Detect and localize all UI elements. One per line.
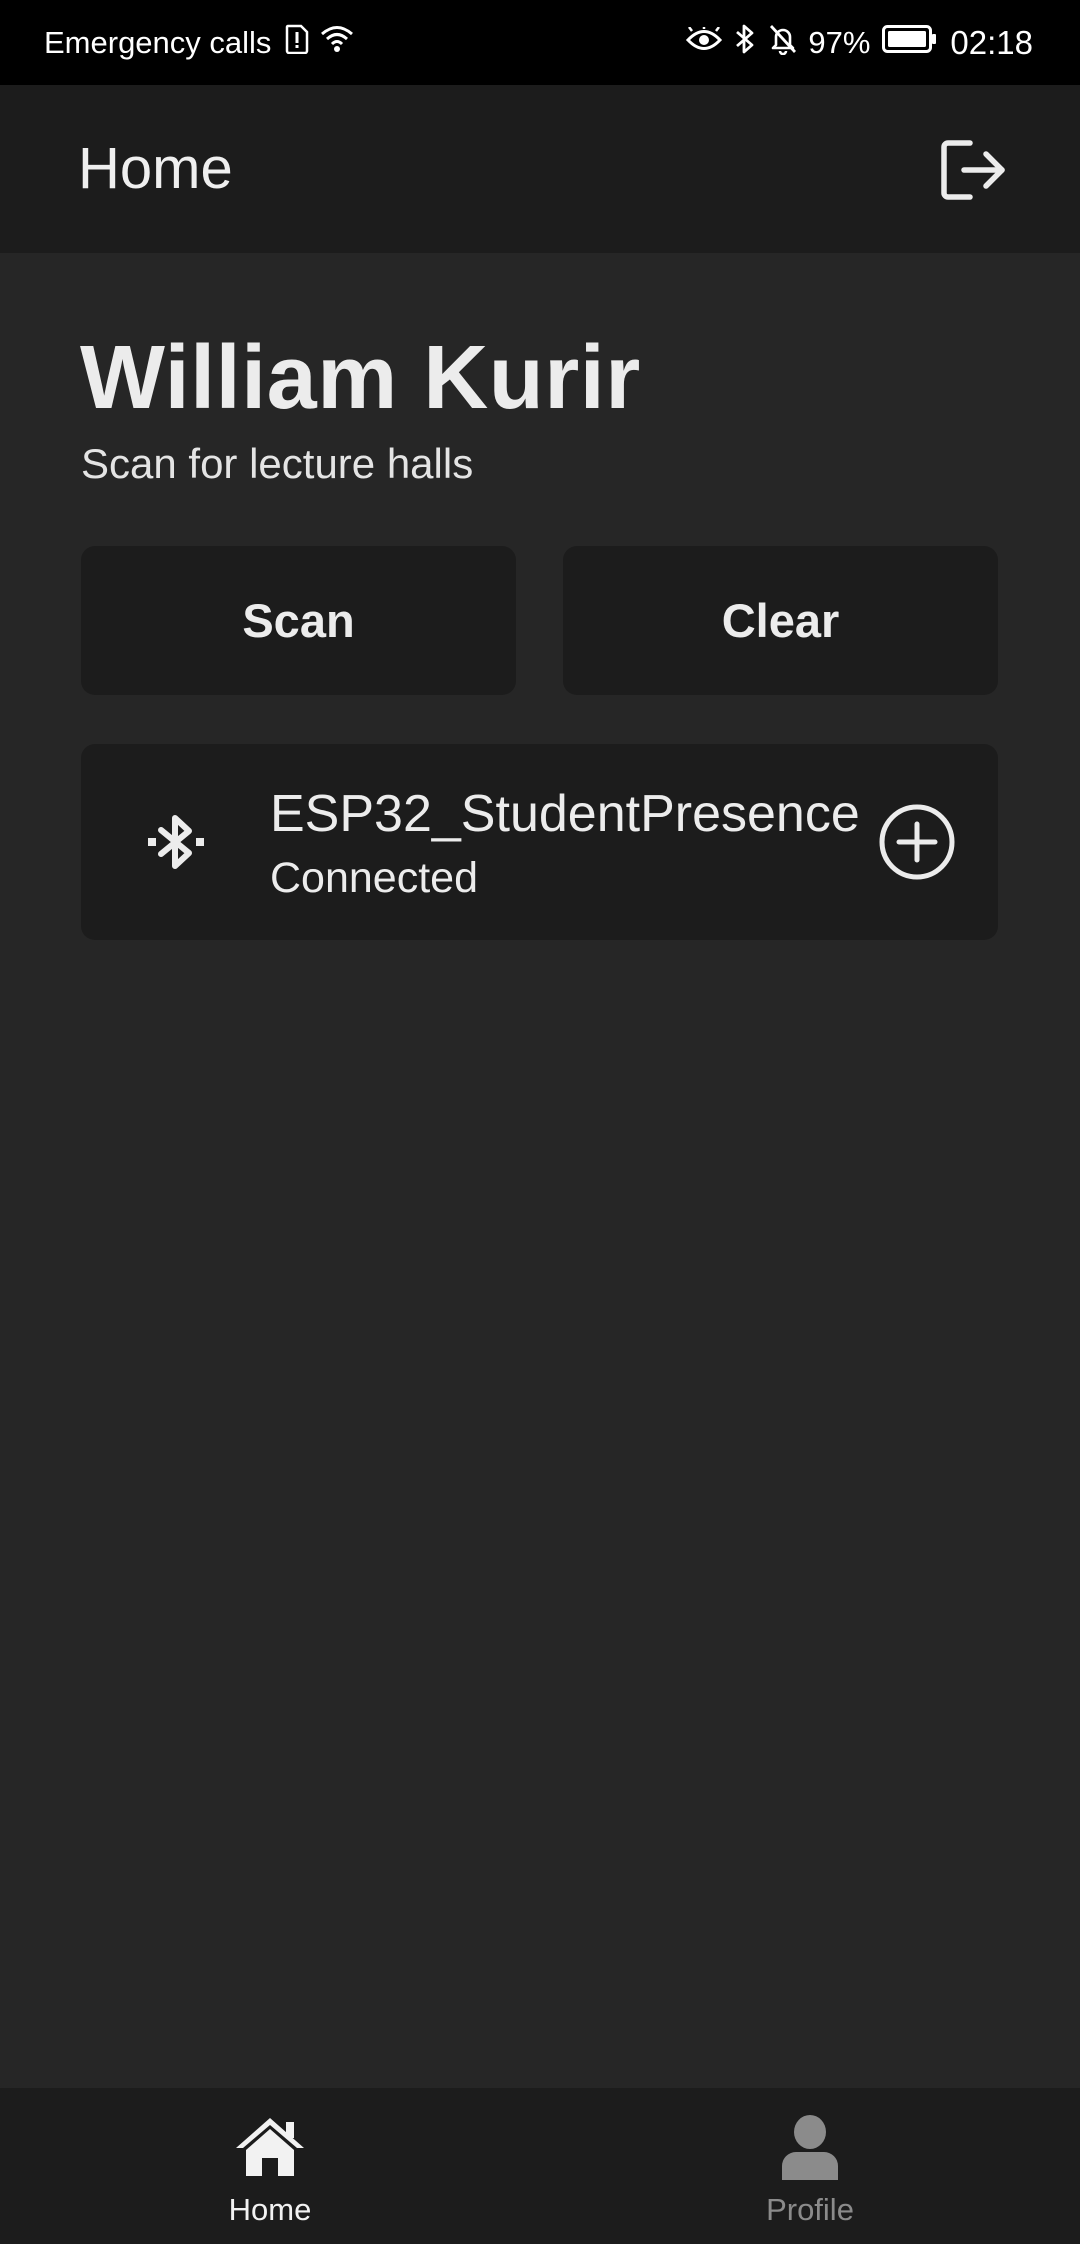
battery-percent: 97% [808, 24, 871, 60]
bluetooth-icon [145, 811, 207, 873]
user-name: William Kurir [80, 328, 641, 428]
nav-label-home: Home [228, 2192, 312, 2227]
person-icon [782, 2115, 838, 2180]
battery-icon [882, 24, 938, 61]
bell-off-icon [768, 23, 798, 63]
eye-icon [686, 24, 723, 61]
logout-button[interactable] [938, 137, 1008, 203]
logout-icon [941, 140, 1005, 200]
status-left: Emergency calls [44, 0, 355, 85]
wifi-icon [319, 24, 355, 62]
scan-button[interactable]: Scan [81, 546, 516, 695]
add-circle-icon [879, 804, 955, 880]
nav-item-profile[interactable]: Profile [540, 2088, 1080, 2244]
status-right: 97% 02:18 [674, 0, 1033, 85]
device-status: Connected [270, 854, 478, 902]
subtitle: Scan for lecture halls [81, 440, 474, 487]
sim-alert-icon [285, 24, 309, 62]
add-device-button[interactable] [877, 802, 957, 882]
page-title: Home [78, 136, 233, 201]
nav-label-profile: Profile [766, 2192, 854, 2227]
carrier-text: Emergency calls [44, 24, 272, 60]
home-icon [236, 2118, 304, 2176]
clock: 02:18 [950, 23, 1033, 61]
bottom-nav: Home Profile [0, 2088, 1080, 2244]
clear-button[interactable]: Clear [563, 546, 998, 695]
device-card[interactable]: ESP32_StudentPresence Connected [81, 744, 998, 940]
device-name: ESP32_StudentPresence [270, 785, 860, 843]
app-bar: Home [0, 85, 1080, 253]
bluetooth-icon [734, 23, 756, 63]
status-bar: Emergency calls 97% 02:18 [0, 0, 1080, 85]
nav-item-home[interactable]: Home [0, 2088, 540, 2244]
home-screen: Emergency calls 97% 02:18 Home William K… [0, 0, 1080, 2244]
